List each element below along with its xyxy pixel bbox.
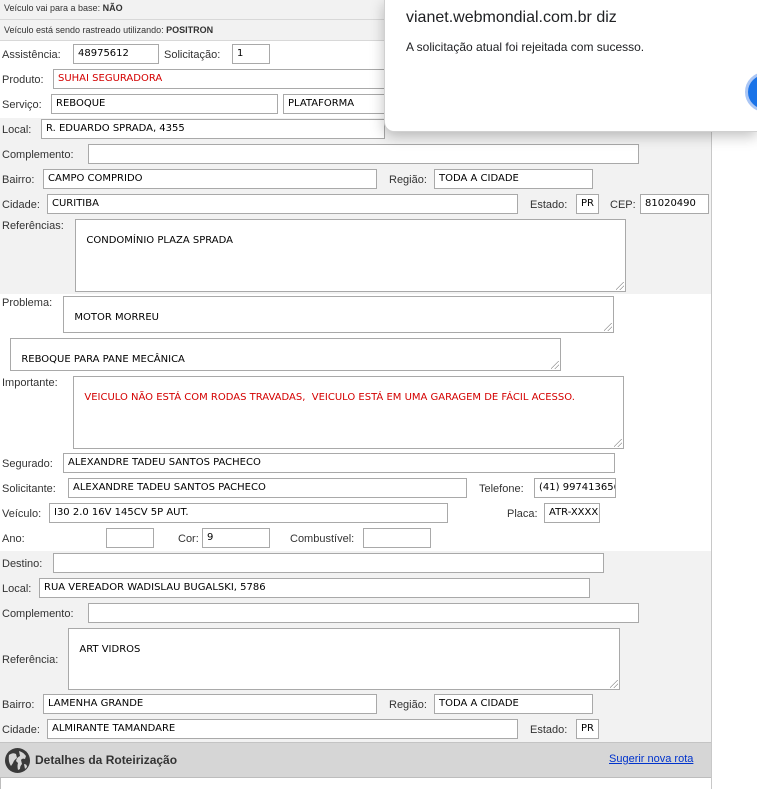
- dest-referencia-textarea[interactable]: ART VIDROS: [68, 628, 620, 690]
- dest-complemento-label: Complemento:: [2, 608, 74, 620]
- dest-cidade-field[interactable]: ALMIRANTE TAMANDARE: [47, 719, 518, 739]
- routing-header-bottom: [0, 777, 711, 789]
- alert-origin: vianet.webmondial.com.br diz: [406, 9, 617, 26]
- tracking-status-value: POSITRON: [166, 25, 214, 35]
- solicitante-field[interactable]: ALEXANDRE TADEU SANTOS PACHECO: [68, 478, 467, 498]
- destino-field[interactable]: [53, 553, 604, 573]
- dest-referencia-text: ART VIDROS: [79, 644, 141, 655]
- telefone-field[interactable]: (41) 997413656: [534, 478, 616, 498]
- base-status: Veículo vai para a base: NÃO: [4, 3, 123, 13]
- alert-ok-button[interactable]: [745, 72, 757, 112]
- combustivel-field[interactable]: [363, 528, 431, 548]
- produto-field[interactable]: SUHAI SEGURADORA: [53, 69, 385, 89]
- servico-label: Serviço:: [2, 99, 42, 111]
- origin-referencias-text: CONDOMÍNIO PLAZA SPRADA: [86, 235, 233, 246]
- combustivel-label: Combustível:: [290, 533, 355, 545]
- alert-message: A solicitação atual foi rejeitada com su…: [406, 40, 645, 54]
- dest-local-label: Local:: [2, 583, 32, 595]
- resize-grip-icon[interactable]: [604, 323, 612, 331]
- placa-field[interactable]: ATR-XXXX: [544, 503, 600, 523]
- importante-text: VEICULO NÃO ESTÁ COM RODAS TRAVADAS, VEI…: [84, 392, 575, 403]
- base-status-label: Veículo vai para a base:: [4, 3, 101, 13]
- dest-cidade-label: Cidade:: [2, 724, 40, 736]
- alert-dialog: vianet.webmondial.com.br diz A solicitaç…: [384, 0, 757, 132]
- solicitacao-label: Solicitação:: [164, 49, 221, 61]
- ano-field[interactable]: [106, 528, 154, 548]
- solicitacao-field[interactable]: 1: [232, 44, 270, 64]
- origin-referencias-label: Referências:: [2, 220, 64, 232]
- resize-grip-icon[interactable]: [551, 361, 559, 369]
- produto-label: Produto:: [2, 74, 44, 86]
- routing-title: Detalhes da Roteirização: [35, 753, 178, 767]
- origin-local-field[interactable]: R. EDUARDO SPRADA, 4355: [41, 119, 385, 139]
- origin-regiao-field[interactable]: TODA A CIDADE: [434, 169, 593, 189]
- resize-grip-icon[interactable]: [616, 282, 624, 290]
- importante-label: Importante:: [2, 377, 58, 389]
- origin-cep-field[interactable]: 81020490: [640, 194, 709, 214]
- descricao-text: REBOQUE PARA PANE MECÂNICA: [21, 354, 185, 365]
- origin-bairro-field[interactable]: CAMPO COMPRIDO: [43, 169, 377, 189]
- segurado-label: Segurado:: [2, 458, 53, 470]
- origin-complemento-label: Complemento:: [2, 149, 74, 161]
- cor-label: Cor:: [178, 533, 199, 545]
- cor-field[interactable]: 9: [202, 528, 270, 548]
- origin-local-label: Local:: [2, 124, 32, 136]
- ano-label: Ano:: [2, 533, 25, 545]
- origin-estado-label: Estado:: [530, 199, 568, 211]
- resize-grip-icon[interactable]: [614, 439, 622, 447]
- dest-regiao-field[interactable]: TODA A CIDADE: [434, 694, 593, 714]
- dest-referencia-label: Referência:: [2, 654, 59, 666]
- origin-complemento-field[interactable]: [88, 144, 639, 164]
- dest-local-field[interactable]: RUA VEREADOR WADISLAU BUGALSKI, 5786: [39, 578, 590, 598]
- segurado-field[interactable]: ALEXANDRE TADEU SANTOS PACHECO: [63, 453, 615, 473]
- placa-label: Placa:: [507, 508, 538, 520]
- problema-label: Problema:: [2, 297, 53, 309]
- servico-field[interactable]: REBOQUE: [51, 94, 278, 114]
- origin-referencias-textarea[interactable]: CONDOMÍNIO PLAZA SPRADA: [75, 219, 626, 292]
- servico-tipo-field[interactable]: PLATAFORMA: [283, 94, 385, 114]
- origin-cidade-field[interactable]: CURITIBA: [47, 194, 518, 214]
- problema-text: MOTOR MORREU: [74, 312, 159, 323]
- importante-textarea[interactable]: VEICULO NÃO ESTÁ COM RODAS TRAVADAS, VEI…: [73, 376, 624, 449]
- problema-textarea[interactable]: MOTOR MORREU: [63, 296, 614, 333]
- solicitante-label: Solicitante:: [2, 483, 56, 495]
- tracking-status: Veículo está sendo rastreado utilizando:…: [4, 25, 213, 35]
- destino-label: Destino:: [2, 558, 43, 570]
- dest-complemento-field[interactable]: [88, 603, 639, 623]
- dest-bairro-label: Bairro:: [2, 699, 35, 711]
- resize-grip-icon[interactable]: [610, 680, 618, 688]
- origin-cidade-label: Cidade:: [2, 199, 40, 211]
- dest-regiao-label: Região:: [389, 699, 427, 711]
- globe-icon: [5, 748, 30, 773]
- descricao-textarea[interactable]: REBOQUE PARA PANE MECÂNICA: [10, 338, 561, 371]
- dest-estado-field[interactable]: PR: [576, 719, 599, 739]
- assistencia-label: Assistência:: [2, 49, 61, 61]
- tracking-status-label: Veículo está sendo rastreado utilizando:: [4, 25, 164, 35]
- veiculo-label: Veículo:: [2, 508, 42, 520]
- dest-estado-label: Estado:: [530, 724, 568, 736]
- origin-bairro-label: Bairro:: [2, 174, 35, 186]
- assistencia-field[interactable]: 48975612: [73, 44, 159, 64]
- dest-bairro-field[interactable]: LAMENHA GRANDE: [43, 694, 377, 714]
- suggest-route-link[interactable]: Sugerir nova rota: [609, 753, 693, 765]
- origin-estado-field[interactable]: PR: [576, 194, 599, 214]
- origin-regiao-label: Região:: [389, 174, 427, 186]
- telefone-label: Telefone:: [479, 483, 524, 495]
- base-status-value: NÃO: [102, 3, 123, 13]
- veiculo-field[interactable]: I30 2.0 16V 145CV 5P AUT.: [49, 503, 448, 523]
- origin-cep-label: CEP:: [610, 199, 636, 211]
